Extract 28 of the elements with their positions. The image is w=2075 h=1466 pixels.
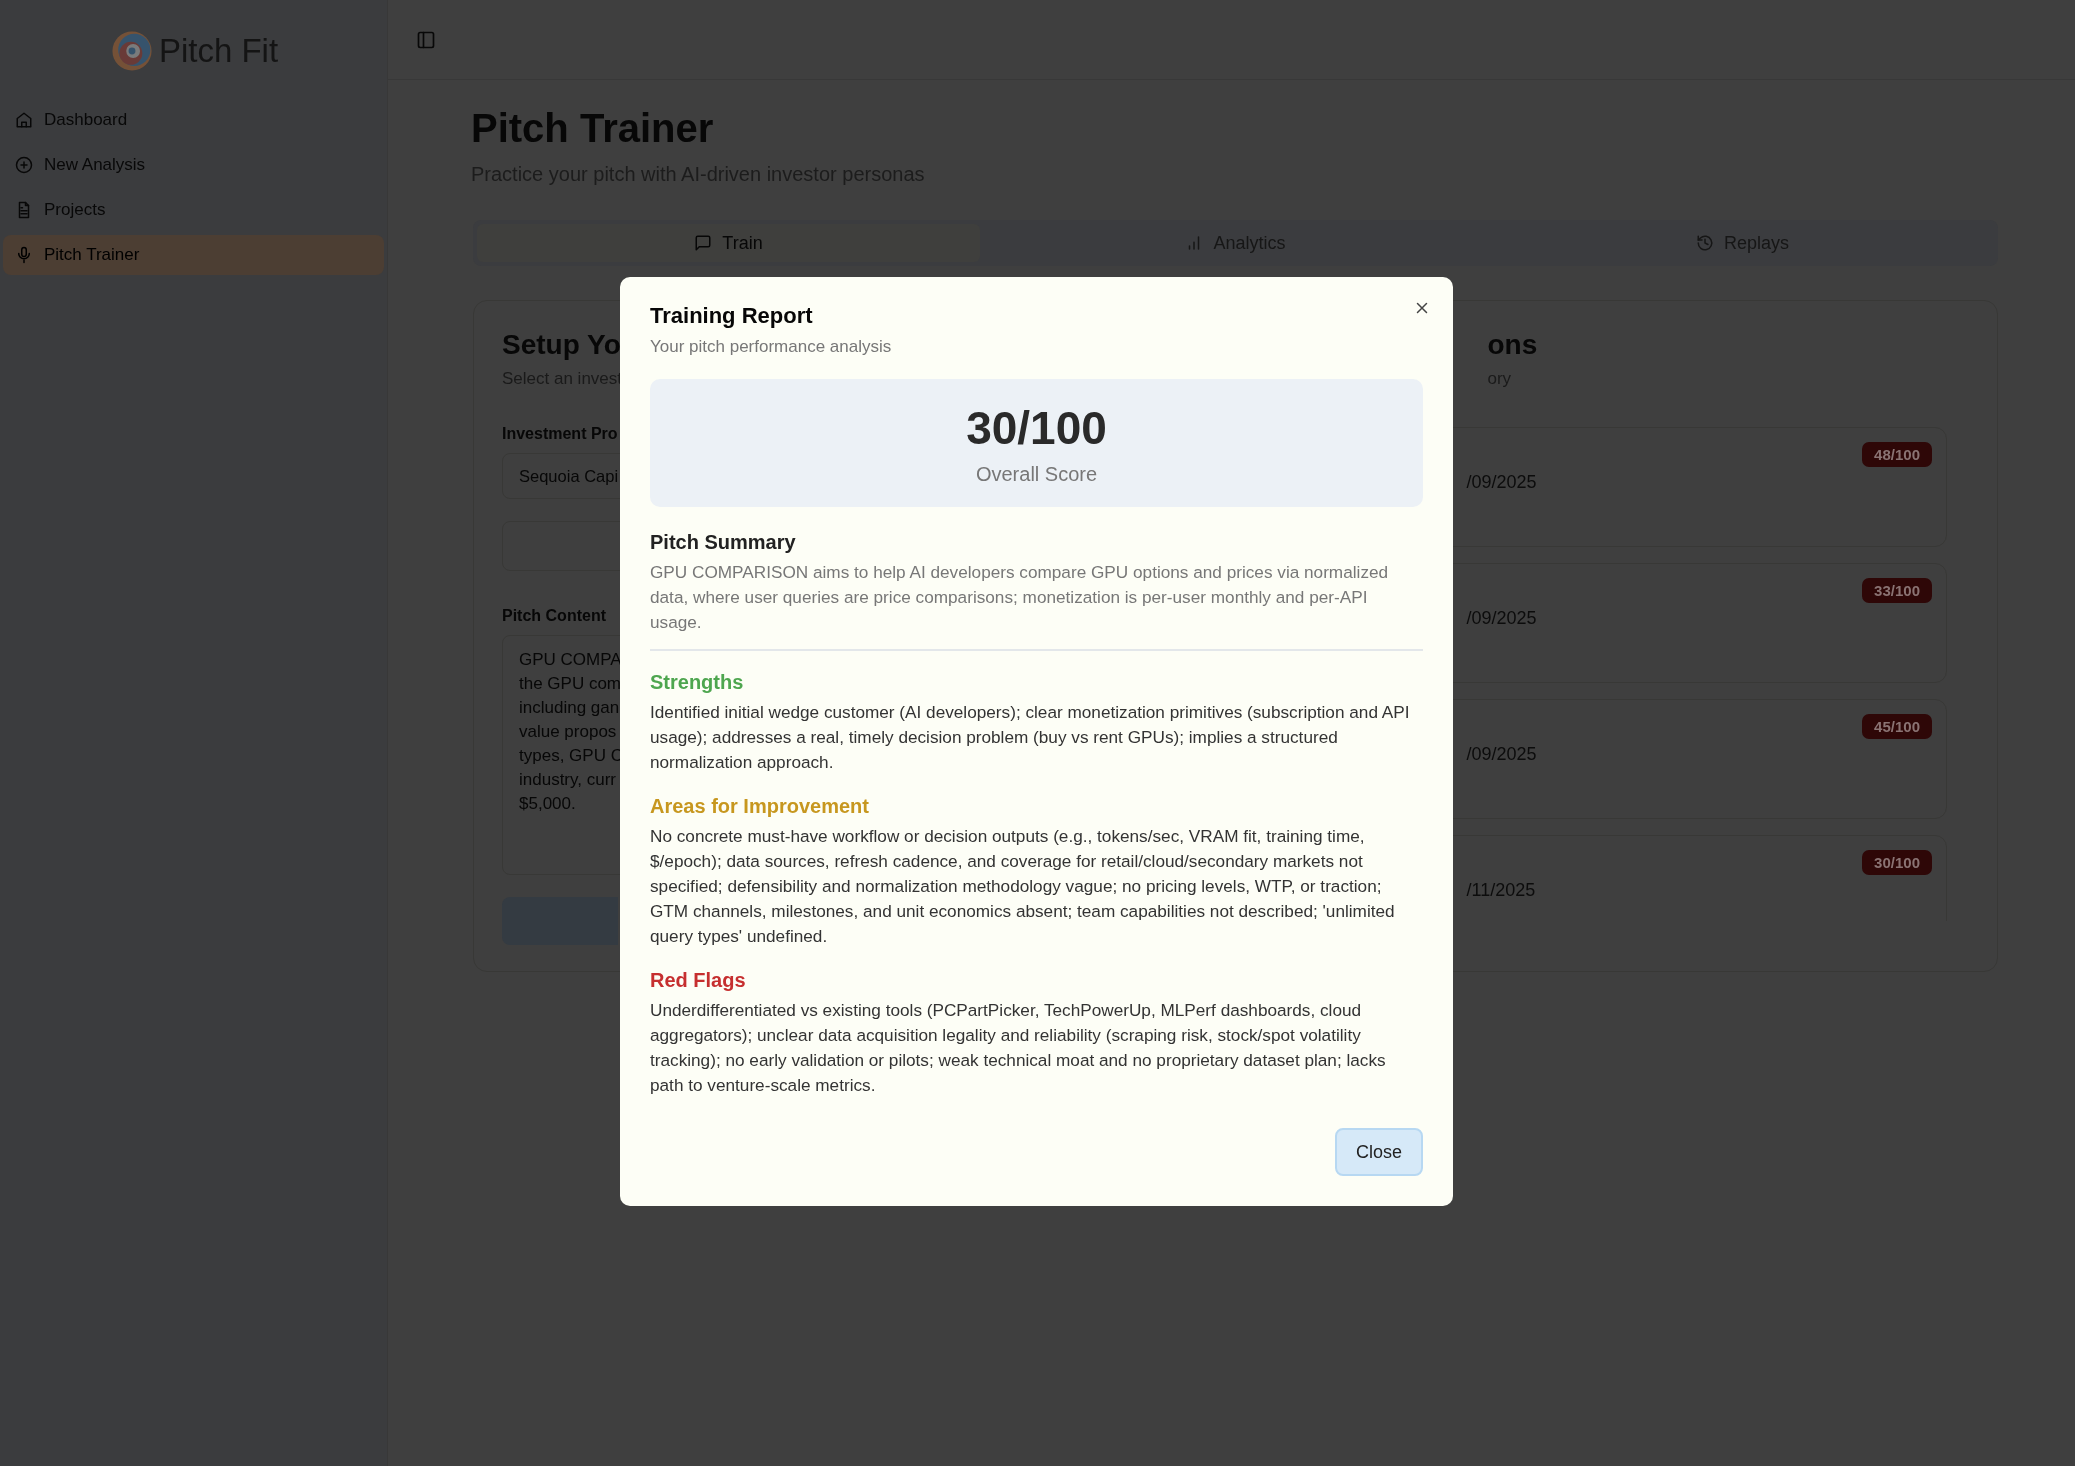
dialog-subtitle: Your pitch performance analysis (650, 337, 893, 357)
field-label: Investment Pro (502, 425, 618, 443)
sidebar-icon (416, 29, 436, 50)
chat-icon (694, 234, 713, 252)
section-heading: Areas for Improvement (650, 795, 870, 818)
card-title: ons (1487, 329, 1538, 361)
score-badge: 33/100 (1862, 578, 1932, 603)
section-text: Underdifferentiated vs existing tools (PCPartPicker, TechPowerUp, MLPerf dashboards, cloud aggregators); unclear data acquisition legality and reliability (scraping risk, stock/spot volatility tracking); no early validation or pilots; weak technical moat and no proprietary dataset plan; lacks path to venture-scale metrics. (650, 999, 1387, 1097)
field-label: Pitch Content (502, 607, 606, 625)
plus-circle-icon (15, 156, 33, 174)
dialog-title: Training Report (650, 303, 814, 329)
close-button[interactable]: Close (1335, 1128, 1423, 1176)
tab[interactable]: Train (477, 224, 980, 262)
section-heading: Pitch Summary (650, 531, 797, 554)
section-heading: Strengths (650, 671, 745, 694)
home-icon (15, 111, 33, 129)
sidebar-item[interactable]: Pitch Trainer (3, 235, 384, 275)
score-badge: 30/100 (1862, 850, 1932, 875)
section-text: No concrete must-have workflow or decision outputs (e.g., tokens/sec, VRAM fit, training time, $/epoch); data sources, refresh cadence, and coverage for retail/cloud/secondary markets not specified; defensibility and normalization methodology vague; no pricing levels, WTP, or traction; GTM channels, milestones, and unit economics absent; team capabilities not described; 'unlimited query types' undefined. (650, 825, 1396, 948)
page-title: Pitch Trainer (471, 106, 715, 151)
card-title: Setup Yo (502, 329, 621, 361)
section-heading: Red Flags (650, 969, 747, 992)
overall-score: 30/100 (966, 400, 1107, 455)
score-badge: 45/100 (1862, 714, 1932, 739)
microphone-icon (15, 246, 33, 264)
history-icon (1696, 234, 1714, 252)
score-badge: 48/100 (1862, 442, 1932, 467)
score-label: Overall Score (975, 462, 1098, 486)
